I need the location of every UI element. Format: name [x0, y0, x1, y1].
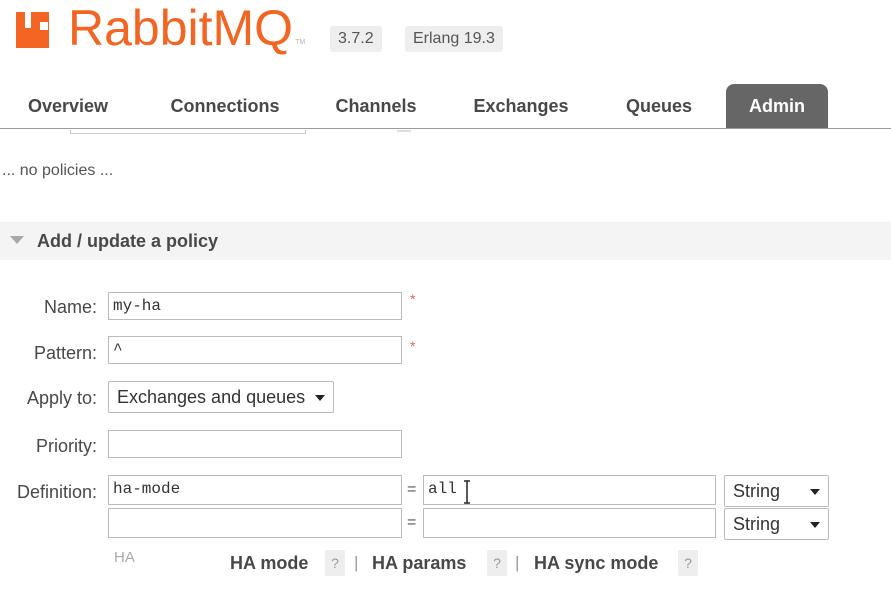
rabbitmq-logo[interactable]: RabbitMQ TM: [14, 0, 305, 56]
no-policies-text: ... no policies ...: [2, 162, 114, 179]
ha-mode-link[interactable]: HA mode: [230, 553, 308, 574]
definition-label: Definition:: [16, 482, 97, 502]
tab-connections[interactable]: Connections: [150, 84, 300, 128]
definition-type-value: String: [733, 481, 781, 501]
ha-mode-help-button[interactable]: ?: [325, 550, 345, 576]
chevron-down-icon: [810, 489, 820, 495]
pattern-input[interactable]: ^: [108, 336, 402, 364]
apply-to-label: Apply to:: [26, 388, 97, 408]
pattern-required-marker: *: [410, 338, 416, 354]
rabbitmq-version-badge: 3.7.2: [330, 26, 382, 52]
tab-queues[interactable]: Queues: [608, 84, 710, 128]
ha-params-link[interactable]: HA params: [372, 553, 466, 574]
scrolled-field-edge-2: [397, 130, 411, 132]
brand-name: RabbitMQ: [68, 0, 294, 56]
name-label: Name:: [43, 297, 97, 317]
definition-type-select-2[interactable]: String: [724, 508, 829, 540]
tab-channels[interactable]: Channels: [318, 84, 434, 128]
definition-value-input-2[interactable]: [423, 508, 716, 538]
pattern-label: Pattern:: [33, 343, 97, 363]
chevron-down-icon: [810, 522, 820, 528]
trademark: TM: [295, 39, 306, 46]
priority-label: Priority:: [35, 436, 97, 456]
tab-overview[interactable]: Overview: [0, 84, 136, 128]
definition-equals-2: =: [407, 514, 417, 531]
rabbit-logo-icon: [16, 12, 49, 48]
main-nav: Overview Connections Channels Exchanges …: [0, 84, 891, 130]
ha-params-help-button[interactable]: ?: [487, 550, 507, 576]
separator: |: [515, 553, 520, 572]
definition-type-select[interactable]: String: [724, 475, 829, 507]
text-cursor-icon: [464, 480, 470, 504]
tab-admin[interactable]: Admin: [726, 84, 828, 128]
name-required-marker: *: [410, 291, 416, 307]
name-input[interactable]: my-ha: [108, 292, 402, 320]
nav-divider: [0, 128, 891, 129]
definition-key-input[interactable]: ha-mode: [108, 475, 402, 505]
scrolled-field-edge: [70, 130, 306, 134]
definition-equals: =: [407, 481, 417, 498]
erlang-version-badge: Erlang 19.3: [405, 26, 503, 52]
definition-key-input-2[interactable]: [108, 508, 402, 538]
ha-sync-mode-link[interactable]: HA sync mode: [534, 553, 658, 574]
definition-type-value-2: String: [733, 514, 781, 534]
collapse-triangle-icon[interactable]: [10, 236, 24, 244]
ha-prefix-label: HA: [114, 549, 135, 566]
section-title[interactable]: Add / update a policy: [37, 231, 218, 252]
apply-to-select[interactable]: Exchanges and queues: [108, 381, 334, 413]
tab-exchanges[interactable]: Exchanges: [456, 84, 586, 128]
priority-input[interactable]: [108, 430, 402, 458]
separator: |: [354, 553, 359, 572]
ha-sync-mode-help-button[interactable]: ?: [678, 550, 698, 576]
chevron-down-icon: [315, 395, 325, 401]
apply-to-selected-value: Exchanges and queues: [117, 387, 306, 407]
